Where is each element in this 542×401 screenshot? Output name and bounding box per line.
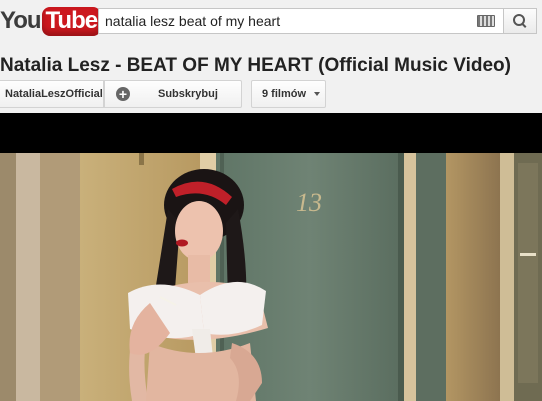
wall-panel — [40, 153, 80, 401]
wall-panel — [16, 153, 40, 401]
video-player[interactable]: 13 — [0, 113, 542, 401]
playlist-dropdown[interactable]: 9 filmów — [251, 80, 326, 108]
playlist-label: 9 filmów — [262, 88, 307, 100]
masthead: You Tube natalia lesz beat of my heart — [0, 0, 542, 44]
wall-panel — [446, 153, 500, 401]
wall-edge — [0, 153, 16, 401]
logo-you: You — [0, 7, 42, 34]
subscribe-label: Subskrybuj — [158, 88, 218, 100]
video-still: 13 — [0, 153, 542, 401]
door-frame — [404, 153, 416, 401]
video-frame[interactable]: 13 — [0, 153, 542, 401]
door-number: 13 — [296, 188, 322, 217]
subscribe-button[interactable]: + Subskrybuj — [104, 80, 242, 108]
logo-tube: Tube — [41, 6, 102, 36]
search-input[interactable]: natalia lesz beat of my heart — [98, 8, 504, 34]
caret-down-icon — [314, 92, 321, 96]
channel-name: NataliaLeszOfficial — [5, 88, 103, 100]
keyboard-icon[interactable] — [477, 15, 495, 27]
channel-button[interactable]: NataliaLeszOfficial — [0, 80, 104, 108]
top-right — [200, 281, 266, 335]
window-shutter — [416, 153, 446, 401]
search-query[interactable]: natalia lesz beat of my heart — [99, 13, 477, 29]
search-button[interactable] — [503, 8, 537, 34]
search-icon — [513, 14, 525, 26]
youtube-logo[interactable]: You Tube — [0, 5, 102, 37]
video-title: Natalia Lesz - BEAT OF MY HEART (Officia… — [0, 55, 511, 76]
face — [175, 201, 223, 261]
lips — [176, 239, 188, 247]
plus-icon: + — [116, 87, 130, 101]
